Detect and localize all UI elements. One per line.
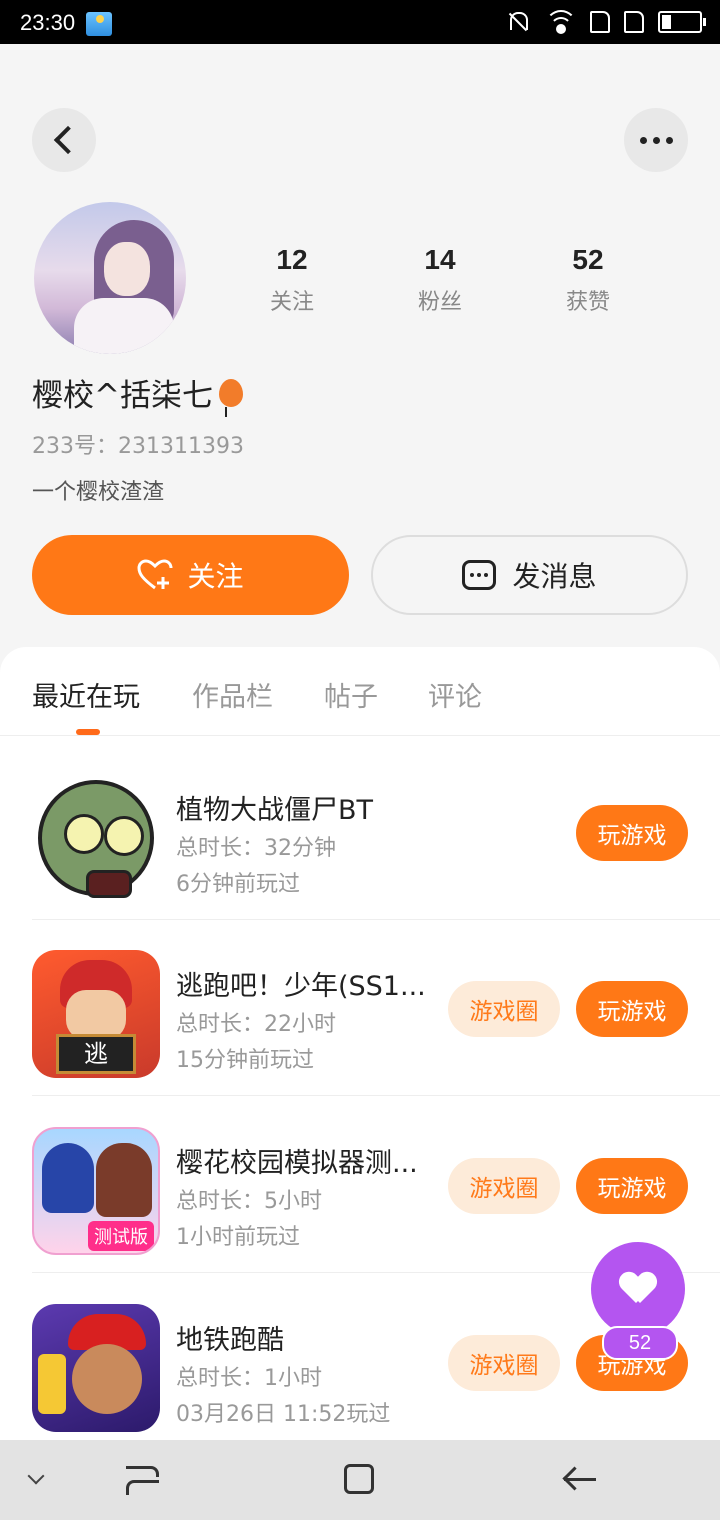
tab-bar: 最近在玩 作品栏 帖子 评论: [0, 647, 720, 736]
stat-count: 14: [424, 244, 456, 275]
status-icons: [504, 10, 706, 34]
stat-followers[interactable]: 14 粉丝: [380, 244, 500, 316]
back-arrow-icon[interactable]: [562, 1464, 596, 1494]
game-icon: [32, 1304, 160, 1432]
game-circle-button[interactable]: 游戏圈: [448, 1335, 560, 1391]
navigation-bar: [0, 1440, 720, 1520]
bell-muted-icon: [504, 10, 532, 34]
like-button[interactable]: [591, 1242, 685, 1336]
bio: 一个樱校渣渣: [32, 480, 165, 505]
status-time: 23:30: [20, 10, 76, 35]
avatar[interactable]: [34, 202, 186, 354]
game-row[interactable]: 逃 逃跑吧！少年(SS1... 总时长：22小时 15分钟前玩过 游戏圈 玩游戏: [32, 920, 720, 1096]
divider: [32, 1095, 720, 1096]
tab-indicator: [76, 729, 100, 735]
game-circle-button[interactable]: 游戏圈: [448, 1158, 560, 1214]
game-row[interactable]: 植物大战僵尸BT 总时长：32分钟 6分钟前玩过 玩游戏: [32, 744, 720, 920]
game-icon: [32, 774, 160, 902]
stat-following[interactable]: 12 关注: [232, 244, 352, 316]
play-game-button[interactable]: 玩游戏: [576, 981, 688, 1037]
game-last-played: 1小时前玩过: [176, 1225, 300, 1250]
chevron-down-icon[interactable]: [27, 1467, 45, 1485]
game-icon: 逃: [32, 950, 160, 1078]
like-count: 52: [602, 1326, 678, 1360]
chevron-left-icon: [53, 125, 83, 155]
game-duration: 总时长：22小时: [176, 1012, 336, 1037]
follow-label: 关注: [187, 560, 244, 593]
stat-label: 获赞: [565, 290, 610, 315]
status-bar: 23:30: [0, 0, 720, 44]
tab-posts[interactable]: 帖子: [324, 675, 378, 714]
game-last-played: 03月26日 11:52玩过: [176, 1402, 391, 1427]
heart-icon: [620, 1273, 656, 1305]
stat-label: 关注: [269, 290, 314, 315]
follow-button[interactable]: 关注: [32, 535, 349, 615]
battery-icon: [658, 11, 706, 33]
heart-plus-icon: [137, 559, 173, 590]
game-duration: 总时长：5小时: [176, 1189, 322, 1214]
more-button[interactable]: [624, 108, 688, 172]
sim2-icon: [624, 11, 644, 33]
game-icon-text: 逃: [56, 1034, 136, 1074]
stat-likes[interactable]: 52 获赞: [528, 244, 648, 316]
nickname-text: 樱校^括柒七: [32, 378, 213, 414]
stat-count: 52: [572, 244, 604, 275]
game-last-played: 6分钟前玩过: [176, 872, 300, 897]
stat-count: 12: [276, 244, 308, 275]
game-circle-button[interactable]: 游戏圈: [448, 981, 560, 1037]
user-id: 233号：231311393: [32, 434, 244, 459]
back-button[interactable]: [32, 108, 96, 172]
tab-comments[interactable]: 评论: [428, 675, 482, 714]
game-last-played: 15分钟前玩过: [176, 1048, 314, 1073]
weather-icon: [86, 12, 112, 36]
wifi-icon: [545, 10, 577, 34]
nickname: 樱校^括柒七: [32, 370, 243, 417]
game-title: 地铁跑酷: [176, 1325, 284, 1356]
game-icon-text: 测试版: [88, 1221, 154, 1251]
game-duration: 总时长：1小时: [176, 1366, 322, 1391]
home-icon[interactable]: [344, 1464, 374, 1494]
stat-label: 粉丝: [417, 290, 462, 315]
tab-recent[interactable]: 最近在玩: [32, 675, 140, 714]
message-button[interactable]: 发消息: [371, 535, 688, 615]
play-game-button[interactable]: 玩游戏: [576, 1158, 688, 1214]
game-title: 逃跑吧！少年(SS1...: [176, 971, 426, 1002]
play-game-button[interactable]: 玩游戏: [576, 805, 688, 861]
balloon-icon: [218, 378, 243, 417]
sim1-icon: [590, 11, 610, 33]
recents-icon[interactable]: [126, 1466, 159, 1495]
tab-works[interactable]: 作品栏: [192, 675, 273, 714]
game-icon: 测试版: [32, 1127, 160, 1255]
game-duration: 总时长：32分钟: [176, 836, 336, 861]
chat-icon: [462, 560, 497, 590]
game-title: 植物大战僵尸BT: [176, 795, 374, 826]
message-label: 发消息: [512, 560, 597, 593]
more-dots-icon: [639, 136, 673, 144]
game-row[interactable]: 地铁跑酷 总时长：1小时 03月26日 11:52玩过 游戏圈 玩游戏: [32, 1274, 688, 1440]
game-row[interactable]: 测试版 樱花校园模拟器测... 总时长：5小时 1小时前玩过 游戏圈 玩游戏: [32, 1097, 720, 1273]
game-title: 樱花校园模拟器测...: [176, 1148, 418, 1179]
